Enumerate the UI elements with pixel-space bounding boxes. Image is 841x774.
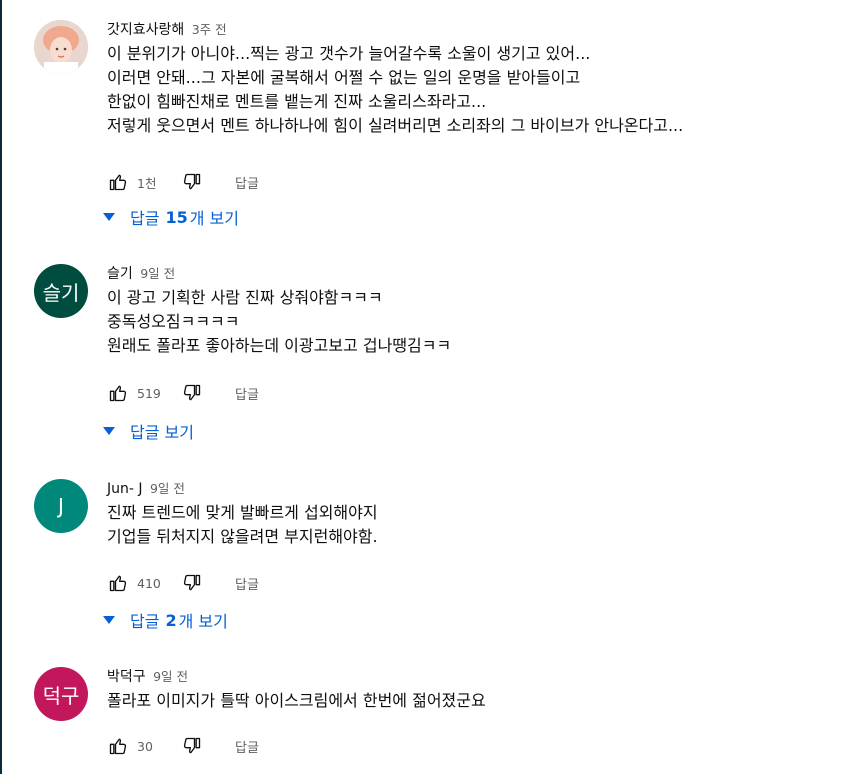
comment-header: Jun- J 9일 전 (107, 479, 833, 499)
thumb-up-icon[interactable] (107, 572, 129, 594)
reply-button[interactable]: 답글 (235, 737, 259, 756)
comment-thread: 갓지효사랑해 3주 전 이 분위기가 아니야...찍는 광고 갯수가 늘어갈수록… (34, 20, 833, 240)
comment-thread: J Jun- J 9일 전 진짜 트렌드에 맞게 발빠르게 섭외해야지 기업들 … (34, 479, 833, 639)
comment-text: 폴라포 이미지가 틀딱 아이스크림에서 한번에 젊어졌군요 (107, 691, 486, 710)
comment-text: 이 광고 기획한 사람 진짜 상줘야함ㅋㅋㅋ 중독성오짐ㅋㅋㅋㅋ 원래도 폴라포… (107, 288, 452, 355)
comment-timestamp[interactable]: 9일 전 (153, 669, 188, 684)
comment-text: 이 분위기가 아니야...찍는 광고 갯수가 늘어갈수록 소울이 생기고 있어.… (107, 44, 684, 135)
avatar-photo (34, 20, 88, 74)
author-name[interactable]: 갓지효사랑해 (107, 22, 184, 38)
avatar-initials: J (58, 494, 64, 518)
comment-header: 슬기 9일 전 (107, 264, 833, 284)
replies-prefix: 답글 (130, 209, 160, 228)
thumb-down-icon[interactable] (181, 735, 203, 757)
thumb-down-icon[interactable] (181, 572, 203, 594)
comment-header: 박덕구 9일 전 (107, 667, 833, 687)
avatar[interactable]: J (34, 479, 88, 533)
author-name[interactable]: Jun- J (107, 481, 143, 497)
caret-down-icon (103, 614, 115, 626)
view-replies-button[interactable]: 답글 2 개 보기 (103, 605, 228, 635)
comment-timestamp[interactable]: 9일 전 (150, 481, 185, 496)
caret-down-icon (103, 211, 115, 223)
thumb-down-icon[interactable] (181, 382, 203, 404)
caret-down-icon (103, 425, 115, 437)
like-count: 519 (137, 385, 161, 401)
comment-thread: 덕구 박덕구 9일 전 폴라포 이미지가 틀딱 아이스크림에서 한번에 젊어졌군… (34, 667, 833, 767)
comment-toolbar: 519 답글 (107, 381, 259, 405)
view-replies-button[interactable]: 답글 15 개 보기 (103, 202, 239, 232)
comment-thread: 슬기 슬기 9일 전 이 광고 기획한 사람 진짜 상줘야함ㅋㅋㅋ 중독성오짐ㅋ… (34, 264, 833, 454)
replies-suffix: 개 보기 (189, 209, 239, 228)
comment-header: 갓지효사랑해 3주 전 (107, 20, 833, 40)
thumb-up-icon[interactable] (107, 171, 129, 193)
comment-toolbar: 30 답글 (107, 734, 259, 758)
avatar[interactable] (34, 20, 88, 74)
replies-prefix: 답글 보기 (130, 423, 194, 442)
author-name[interactable]: 박덕구 (107, 669, 146, 685)
avatar[interactable]: 슬기 (34, 264, 88, 318)
thumb-up-icon[interactable] (107, 735, 129, 757)
view-replies-button[interactable]: 답글 보기 (103, 416, 194, 446)
thumb-up-icon[interactable] (107, 382, 129, 404)
comment-toolbar: 1천 답글 (107, 170, 259, 194)
comment-text: 진짜 트렌드에 맞게 발빠르게 섭외해야지 기업들 뒤처지지 않을려면 부지런해… (107, 503, 378, 546)
avatar[interactable]: 덕구 (34, 667, 88, 721)
like-count: 30 (137, 738, 153, 754)
replies-count: 15 (165, 207, 188, 227)
replies-count: 2 (165, 610, 177, 630)
comment-timestamp[interactable]: 3주 전 (192, 22, 227, 37)
reply-button[interactable]: 답글 (235, 574, 259, 593)
replies-suffix: 개 보기 (178, 612, 228, 631)
avatar-initials: 덕구 (42, 683, 80, 708)
reply-button[interactable]: 답글 (235, 173, 259, 192)
like-count: 1천 (137, 175, 157, 191)
comment-timestamp[interactable]: 9일 전 (140, 266, 175, 281)
like-count: 410 (137, 575, 161, 591)
reply-button[interactable]: 답글 (235, 384, 259, 403)
avatar-initials: 슬기 (42, 280, 80, 305)
thumb-down-icon[interactable] (181, 171, 203, 193)
author-name[interactable]: 슬기 (107, 266, 133, 282)
comment-toolbar: 410 답글 (107, 571, 259, 595)
replies-prefix: 답글 (130, 612, 160, 631)
